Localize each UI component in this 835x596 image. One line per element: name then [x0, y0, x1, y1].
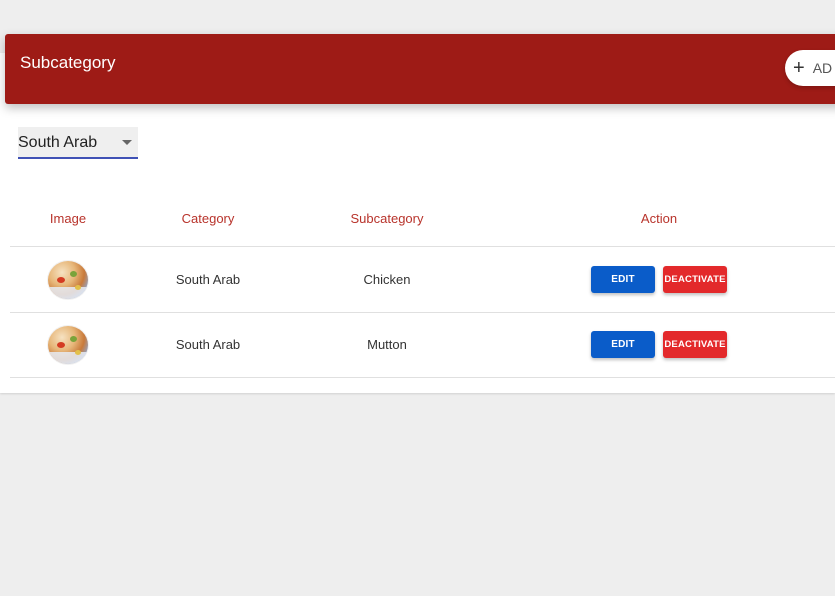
table-row: South Arab Mutton EDIT DEACTIVATE [10, 312, 835, 377]
column-header-image: Image [49, 211, 87, 226]
plus-icon: + [793, 57, 805, 79]
category-cell: South Arab [175, 272, 241, 287]
category-select[interactable]: South Arab [18, 127, 138, 159]
column-header-action: Action [640, 211, 678, 226]
row-divider [126, 377, 835, 378]
page-header: Subcategory + AD [5, 34, 835, 104]
table-row: South Arab Chicken EDIT DEACTIVATE [10, 247, 835, 312]
column-header-subcategory: Subcategory [350, 211, 424, 226]
category-cell: South Arab [175, 337, 241, 352]
subcategory-cell: Chicken [363, 272, 411, 287]
row-divider [10, 377, 126, 378]
page-title: Subcategory [20, 53, 116, 72]
category-select-value: South Arab [18, 134, 98, 151]
edit-button[interactable]: EDIT [591, 266, 655, 293]
deactivate-button[interactable]: DEACTIVATE [663, 266, 727, 293]
edit-button[interactable]: EDIT [591, 331, 655, 358]
add-subcategory-button[interactable]: + AD [785, 50, 835, 86]
subcategory-image [48, 261, 88, 299]
dropdown-arrow-icon [122, 140, 132, 145]
deactivate-button[interactable]: DEACTIVATE [663, 331, 727, 358]
column-header-category: Category [181, 211, 235, 226]
subcategory-image [48, 326, 88, 364]
subcategory-cell: Mutton [367, 337, 407, 352]
add-button-label: AD [812, 60, 833, 76]
